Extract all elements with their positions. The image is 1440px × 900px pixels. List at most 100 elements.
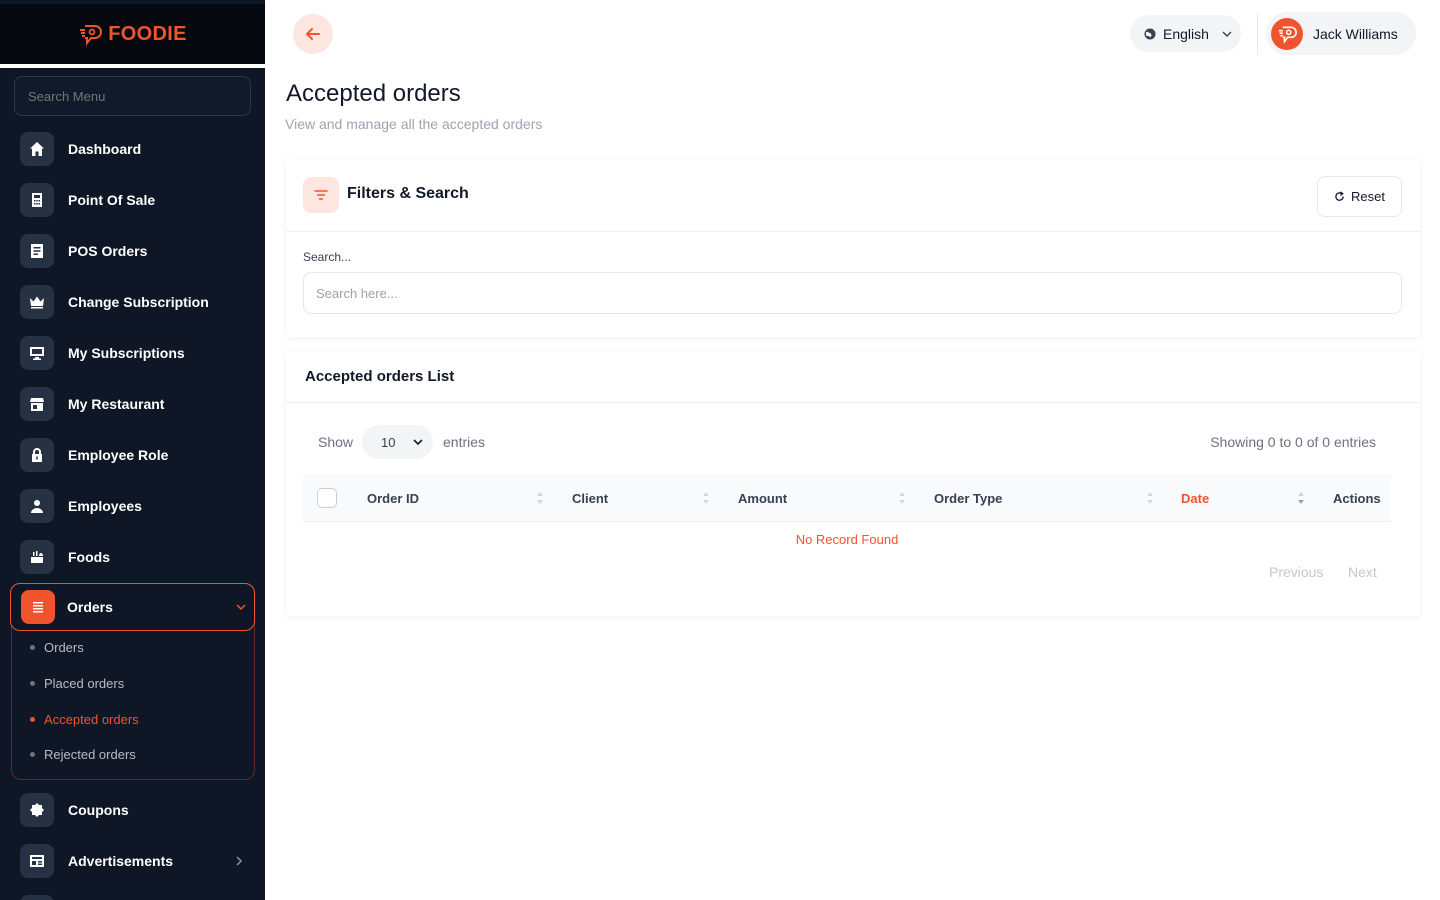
sidebar-item-label: My Subscriptions	[68, 345, 185, 361]
chevron-down-icon	[236, 604, 246, 611]
column-order-id[interactable]: Order ID	[367, 474, 419, 522]
entries-value: 10	[381, 434, 396, 450]
sidebar-item-foods[interactable]: Foods	[20, 535, 252, 579]
sidebar-item-advertisements[interactable]: Advertisements	[20, 839, 252, 883]
home-icon	[20, 132, 54, 166]
sidebar-item-change-subscription[interactable]: Change Subscription	[20, 280, 252, 324]
column-actions: Actions	[1333, 490, 1381, 506]
sidebar-item-label: Dashboard	[68, 141, 142, 157]
sidebar-item-label: Employees	[68, 498, 142, 514]
submenu-item-label: Rejected orders	[44, 746, 136, 762]
sidebar-search-input[interactable]	[14, 76, 251, 116]
logo-divider	[0, 64, 265, 68]
sidebar-item-employee-role[interactable]: Employee Role	[20, 433, 252, 477]
bullet-icon	[30, 644, 35, 650]
reset-button[interactable]: Reset	[1317, 176, 1402, 217]
previous-button[interactable]: Previous	[1269, 564, 1323, 580]
lock-icon	[20, 438, 54, 472]
back-button[interactable]	[293, 14, 333, 54]
divider	[286, 231, 1420, 232]
user-menu[interactable]: Jack Williams	[1266, 12, 1416, 55]
refresh-icon	[1335, 191, 1344, 201]
brand-name: FOODIE	[108, 22, 187, 45]
search-input[interactable]	[303, 272, 1402, 314]
submenu-item-orders[interactable]: Orders	[30, 637, 84, 657]
select-all-checkbox[interactable]	[317, 488, 337, 508]
sort-icon	[899, 492, 905, 504]
sidebar-item-employees[interactable]: Employees	[20, 484, 252, 528]
foodie-logo-icon	[1278, 26, 1297, 44]
sidebar-item-pos-orders[interactable]: POS Orders	[20, 229, 252, 273]
bullet-icon	[30, 716, 35, 722]
sort-icon	[537, 492, 543, 504]
entries-label: entries	[443, 434, 486, 450]
food-icon	[20, 540, 54, 574]
sidebar-item-dashboard[interactable]: Dashboard	[20, 127, 252, 171]
submenu-item-label: Accepted orders	[44, 711, 139, 727]
sidebar-item-label: Foods	[68, 549, 110, 565]
submenu-item-label: Orders	[44, 639, 84, 655]
foodie-logo-icon	[80, 25, 103, 46]
entries-select[interactable]: 10	[362, 425, 433, 459]
show-label: Show	[318, 434, 354, 450]
list-title: Accepted orders List	[305, 368, 455, 385]
badge-icon	[20, 793, 54, 827]
sort-icon	[1147, 492, 1153, 504]
arrow-left-icon	[306, 28, 320, 40]
sidebar-item-label: Employee Role	[68, 447, 169, 463]
sidebar-item-label: Advertisements	[68, 853, 174, 869]
store-icon	[20, 387, 54, 421]
list-icon	[21, 590, 55, 624]
submenu-item-accepted-orders[interactable]: Accepted orders	[30, 709, 139, 729]
sidebar-item-label: Point Of Sale	[68, 192, 156, 208]
submenu-item-rejected-orders[interactable]: Rejected orders	[30, 744, 136, 764]
showing-info: Showing 0 to 0 of 0 entries	[1210, 434, 1376, 450]
user-name: Jack Williams	[1313, 25, 1398, 42]
calculator-icon	[20, 183, 54, 217]
chevron-down-icon	[413, 439, 423, 446]
crown-icon	[20, 285, 54, 319]
column-order-type[interactable]: Order Type	[934, 474, 1002, 522]
reset-label: Reset	[1351, 189, 1385, 204]
bullet-icon	[30, 751, 35, 757]
page-title: Accepted orders	[286, 80, 461, 107]
ad-icon	[20, 844, 54, 878]
avatar	[1271, 17, 1303, 50]
brand-logo[interactable]: FOODIE	[0, 4, 265, 64]
column-amount[interactable]: Amount	[738, 474, 787, 522]
sidebar-item-orders[interactable]: Orders	[10, 583, 255, 631]
topbar-divider	[1257, 13, 1258, 55]
sidebar-item-label: My Restaurant	[68, 396, 165, 412]
next-button[interactable]: Next	[1348, 564, 1377, 580]
search-label: Search...	[303, 250, 352, 264]
submenu-item-placed-orders[interactable]: Placed orders	[30, 673, 124, 693]
chevron-down-icon	[1222, 31, 1232, 37]
sidebar-item-coupons[interactable]: Coupons	[20, 788, 252, 832]
sidebar-item-more[interactable]	[20, 890, 252, 900]
sort-icon	[703, 492, 709, 504]
table-header: Order ID Client Amount Order Type Date A…	[303, 474, 1391, 522]
column-date[interactable]: Date	[1181, 474, 1209, 522]
sidebar-item-my-restaurant[interactable]: My Restaurant	[20, 382, 252, 426]
divider	[286, 402, 1420, 403]
user-icon	[20, 489, 54, 523]
sort-desc-icon	[1298, 492, 1304, 504]
sidebar-item-label: POS Orders	[68, 243, 148, 259]
menu-icon	[20, 895, 54, 900]
sidebar: FOODIE Dashboard Point Of Sale POS Order…	[0, 0, 265, 900]
sidebar-item-label: Orders	[67, 599, 113, 615]
language-selector[interactable]: English	[1130, 15, 1241, 52]
orders-list-card: Accepted orders List Show 10 entries Sho…	[286, 352, 1420, 616]
filter-icon	[303, 177, 339, 213]
column-client[interactable]: Client	[572, 474, 608, 522]
sidebar-item-label: Change Subscription	[68, 294, 209, 310]
sidebar-item-my-subscriptions[interactable]: My Subscriptions	[20, 331, 252, 375]
empty-state: No Record Found	[795, 532, 899, 547]
sidebar-item-point-of-sale[interactable]: Point Of Sale	[20, 178, 252, 222]
page-subtitle: View and manage all the accepted orders	[285, 116, 543, 132]
bullet-icon	[30, 680, 35, 686]
monitor-icon	[20, 336, 54, 370]
globe-icon	[1144, 28, 1156, 39]
filters-title: Filters & Search	[347, 185, 469, 202]
sidebar-item-label: Coupons	[68, 802, 129, 818]
